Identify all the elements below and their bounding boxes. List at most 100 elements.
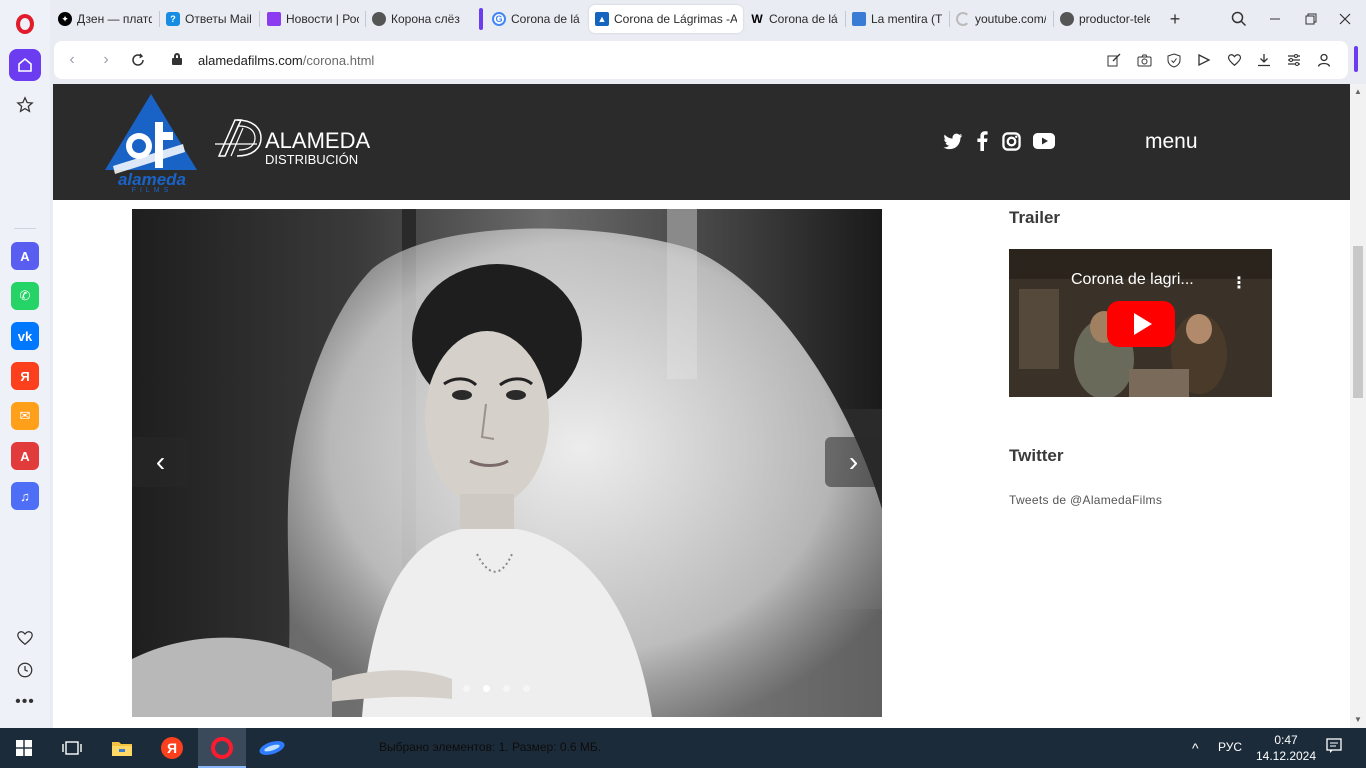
language-indicator[interactable]: РУС — [1218, 740, 1242, 754]
opera-taskbar-button[interactable] — [198, 728, 246, 768]
reload-button[interactable] — [128, 50, 148, 70]
news-icon — [267, 12, 281, 26]
vk-icon[interactable]: vk — [11, 322, 39, 350]
shield-icon[interactable] — [1166, 52, 1182, 68]
start-button[interactable] — [0, 728, 48, 768]
minimize-button[interactable] — [1260, 7, 1290, 31]
tab-bar: ✦ Дзен — платф ? Ответы Mail.r Новости |… — [50, 0, 1366, 38]
aria-ai-icon[interactable]: A — [11, 242, 39, 270]
alameda-distribucion-logo[interactable]: ALAMEDA DISTRIBUCIÓN — [213, 116, 373, 168]
home-button[interactable] — [9, 49, 41, 81]
youtube-play-button[interactable] — [1107, 301, 1175, 347]
tray-chevron-icon[interactable]: ^ — [1192, 740, 1199, 756]
forward-button[interactable]: › — [96, 50, 116, 70]
close-button[interactable] — [1330, 7, 1360, 31]
page-scrollbar[interactable]: ▲ ▼ — [1350, 84, 1366, 728]
download-icon[interactable] — [1256, 52, 1272, 68]
tab-3[interactable]: Корона слёз — [366, 5, 466, 33]
opera-menu-icon[interactable] — [9, 8, 41, 40]
tab-0[interactable]: ✦ Дзен — платф — [52, 5, 158, 33]
yandex-icon[interactable]: Я — [11, 362, 39, 390]
carousel-prev-button[interactable]: ‹ — [132, 437, 189, 487]
facebook-icon[interactable] — [971, 130, 993, 152]
play-icon — [1134, 313, 1152, 335]
globe-icon — [372, 12, 386, 26]
heart-icon[interactable] — [9, 622, 41, 654]
camera-icon[interactable] — [1136, 52, 1152, 68]
url-host: alamedafilms.com — [198, 53, 303, 68]
scroll-up-icon[interactable]: ▲ — [1353, 86, 1363, 96]
file-explorer-button[interactable] — [98, 728, 146, 768]
image-carousel[interactable]: ‹ › — [132, 209, 882, 717]
chevron-right-icon: › — [848, 446, 859, 477]
url-box: ‹ › alamedafilms.com/corona.html — [54, 41, 1348, 79]
profile-icon[interactable] — [1316, 52, 1332, 68]
back-button[interactable]: ‹ — [62, 50, 82, 70]
logo-dist-sub: DISTRIBUCIÓN — [265, 152, 359, 167]
trailer-heading: Trailer — [1009, 208, 1061, 227]
alameda-films-logo[interactable]: alameda FILMS — [103, 92, 199, 194]
chevron-left-icon: ‹ — [69, 51, 75, 68]
app-taskbar-button[interactable] — [248, 728, 296, 768]
easy-setup-icon[interactable] — [1286, 52, 1302, 68]
notifications-icon[interactable] — [1326, 738, 1342, 757]
send-icon[interactable] — [1196, 52, 1212, 68]
yandex-browser-button[interactable]: Я — [148, 728, 196, 768]
tab-title: Corona de lágr — [511, 12, 580, 26]
tab-9[interactable]: productor-tele — [1054, 5, 1156, 33]
carousel-dot-4[interactable] — [523, 685, 530, 692]
explorer-status-text: Выбрано элементов: 1. Размер: 0.6 МБ. — [379, 740, 602, 754]
tab-title: Дзен — платф — [77, 12, 152, 26]
lock-icon[interactable] — [172, 53, 182, 65]
whatsapp-icon[interactable]: ✆ — [11, 282, 39, 310]
task-view-button[interactable] — [48, 728, 96, 768]
restore-button[interactable] — [1296, 7, 1326, 31]
star-icon — [16, 96, 34, 113]
windows-icon — [16, 740, 32, 756]
carousel-next-button[interactable]: › — [825, 437, 882, 487]
tweets-link[interactable]: Tweets de @AlamedaFilms — [1009, 493, 1162, 507]
opera-icon — [211, 737, 233, 759]
edit-icon[interactable] — [1106, 52, 1122, 68]
chevron-left-icon: ‹ — [155, 446, 166, 477]
heart-icon[interactable] — [1226, 52, 1242, 68]
url-field[interactable]: alamedafilms.com/corona.html — [198, 53, 374, 68]
carousel-dot-3[interactable] — [503, 685, 510, 692]
clock-time: 0:47 — [1274, 733, 1298, 747]
clock[interactable]: 0:47 14.12.2024 — [1254, 732, 1318, 764]
mail-answers-icon: ? — [166, 12, 180, 26]
url-path: /corona.html — [302, 53, 375, 68]
close-icon — [1339, 13, 1351, 25]
translate-icon[interactable]: A — [11, 442, 39, 470]
carousel-dot-2-active[interactable] — [483, 685, 490, 692]
youtube-embed[interactable]: Corona de lagri... ⋮ — [1009, 249, 1272, 397]
mail-icon[interactable]: ✉ — [11, 402, 39, 430]
more-icon[interactable]: ••• — [9, 686, 41, 718]
tab-6[interactable]: W Corona de lág — [744, 5, 844, 33]
youtube-icon[interactable] — [1032, 130, 1056, 152]
web-page: alameda FILMS ALAMEDA DISTRIBUCIÓN menu … — [53, 84, 1350, 728]
twitter-icon[interactable] — [942, 130, 964, 152]
tab-title: Ответы Mail.r — [185, 12, 252, 26]
video-title[interactable]: Corona de lagri... — [1071, 271, 1194, 289]
tab-4[interactable]: G Corona de lágr — [486, 5, 586, 33]
music-icon[interactable]: ♫ — [11, 482, 39, 510]
favorites-button[interactable] — [9, 89, 41, 121]
tab-1[interactable]: ? Ответы Mail.r — [160, 5, 258, 33]
scroll-thumb[interactable] — [1353, 246, 1363, 398]
search-tabs-button[interactable] — [1224, 7, 1254, 31]
carousel-dot-1[interactable] — [463, 685, 470, 692]
tab-5-active[interactable]: ▲ Corona de Lágrimas -Al — [589, 5, 743, 33]
new-tab-button[interactable]: + — [1160, 7, 1190, 31]
tab-2[interactable]: Новости | Рос — [261, 5, 365, 33]
scroll-down-icon[interactable]: ▼ — [1353, 714, 1363, 724]
history-icon[interactable] — [9, 654, 41, 686]
menu-link[interactable]: menu — [1145, 130, 1198, 154]
video-more-icon[interactable]: ⋮ — [1231, 273, 1247, 293]
task-view-icon — [62, 741, 82, 755]
tab-7[interactable]: La mentira (TV — [846, 5, 948, 33]
tab-8[interactable]: youtube.com/ — [950, 5, 1052, 33]
opera-sidebar: A ✆ vk Я ✉ A ♫ ••• — [0, 0, 50, 728]
search-icon — [1231, 11, 1247, 27]
instagram-icon[interactable] — [1000, 130, 1022, 152]
